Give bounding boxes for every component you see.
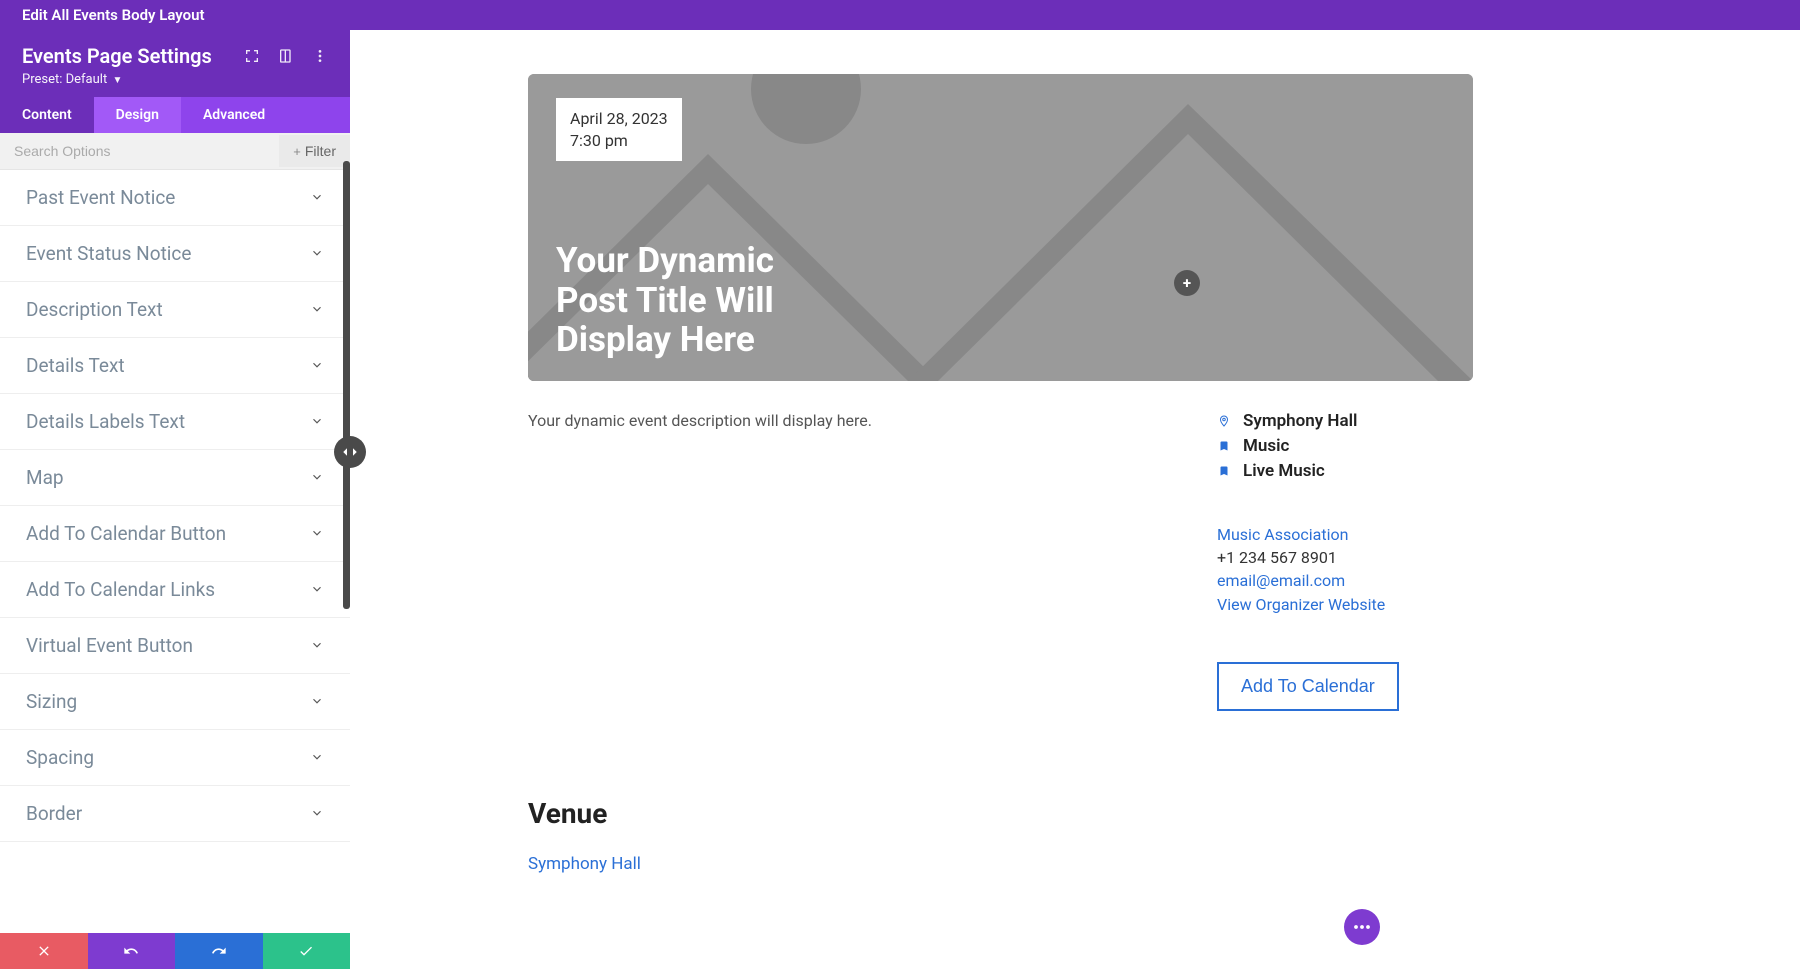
tab-design[interactable]: Design xyxy=(94,97,181,133)
option-label: Border xyxy=(26,802,82,825)
sidebar-scrollbar[interactable] xyxy=(343,161,350,609)
chevron-down-icon xyxy=(310,802,324,825)
settings-tabs: Content Design Advanced xyxy=(0,97,350,133)
chevron-down-icon xyxy=(310,410,324,433)
settings-title: Events Page Settings xyxy=(22,44,212,68)
hero-image: April 28, 2023 7:30 pm Your Dynamic Post… xyxy=(528,74,1473,381)
redo-button[interactable] xyxy=(175,933,263,969)
option-virtual-event-button[interactable]: Virtual Event Button xyxy=(0,618,350,674)
resize-handle[interactable] xyxy=(334,436,366,468)
add-to-calendar-button[interactable]: Add To Calendar xyxy=(1217,662,1399,711)
option-label: Details Text xyxy=(26,354,125,377)
option-label: Description Text xyxy=(26,298,163,321)
venue-name-link[interactable]: Symphony Hall xyxy=(528,854,641,874)
option-add-to-calendar-links[interactable]: Add To Calendar Links xyxy=(0,562,350,618)
option-label: Past Event Notice xyxy=(26,186,175,209)
category-label: Music xyxy=(1243,436,1289,456)
location-pin-icon xyxy=(1217,414,1231,428)
cancel-button[interactable] xyxy=(0,933,88,969)
more-icon[interactable] xyxy=(312,48,328,64)
tab-content[interactable]: Content xyxy=(0,97,94,133)
option-spacing[interactable]: Spacing xyxy=(0,730,350,786)
bookmark-icon xyxy=(1217,439,1231,453)
hero-title: Your Dynamic Post Title Will Display Her… xyxy=(556,241,816,359)
option-label: Event Status Notice xyxy=(26,242,191,265)
chevron-down-icon xyxy=(310,690,324,713)
chevron-down-icon xyxy=(310,634,324,657)
option-label: Add To Calendar Links xyxy=(26,578,215,601)
chevron-down-icon xyxy=(310,522,324,545)
responsive-icon[interactable] xyxy=(278,48,294,64)
option-map[interactable]: Map xyxy=(0,450,350,506)
organizer-phone: +1 234 567 8901 xyxy=(1217,546,1473,569)
option-add-to-calendar-button[interactable]: Add To Calendar Button xyxy=(0,506,350,562)
options-list: Past Event Notice Event Status Notice De… xyxy=(0,170,350,933)
event-date: April 28, 2023 xyxy=(570,108,668,130)
bottom-actions xyxy=(0,933,350,969)
organizer-website-link[interactable]: View Organizer Website xyxy=(1217,595,1385,614)
category-label: Live Music xyxy=(1243,461,1325,481)
option-label: Map xyxy=(26,466,64,489)
organizer-name-link[interactable]: Music Association xyxy=(1217,525,1348,544)
filter-label: Filter xyxy=(305,143,336,159)
chevron-down-icon xyxy=(310,298,324,321)
option-sizing[interactable]: Sizing xyxy=(0,674,350,730)
plus-icon: + xyxy=(293,144,301,159)
undo-button[interactable] xyxy=(88,933,176,969)
event-description: Your dynamic event description will disp… xyxy=(528,411,1127,430)
tab-advanced[interactable]: Advanced xyxy=(181,97,287,133)
chevron-down-icon xyxy=(310,242,324,265)
option-label: Add To Calendar Button xyxy=(26,522,226,545)
event-time: 7:30 pm xyxy=(570,130,668,152)
filter-button[interactable]: + Filter xyxy=(279,135,350,167)
confirm-button[interactable] xyxy=(263,933,351,969)
top-bar: Edit All Events Body Layout xyxy=(0,0,1800,30)
option-details-labels-text[interactable]: Details Labels Text xyxy=(0,394,350,450)
chevron-down-icon xyxy=(310,746,324,769)
preview-canvas: April 28, 2023 7:30 pm Your Dynamic Post… xyxy=(350,30,1800,969)
preset-value: Default xyxy=(66,72,108,87)
chevron-down-icon xyxy=(310,186,324,209)
organizer-block: Music Association +1 234 567 8901 email@… xyxy=(1217,523,1473,616)
floating-more-button[interactable] xyxy=(1344,909,1380,945)
option-label: Sizing xyxy=(26,690,77,713)
option-details-text[interactable]: Details Text xyxy=(0,338,350,394)
date-badge: April 28, 2023 7:30 pm xyxy=(556,98,682,161)
search-row: + Filter xyxy=(0,133,350,170)
chevron-down-icon xyxy=(310,354,324,377)
bookmark-icon xyxy=(1217,464,1231,478)
option-past-event-notice[interactable]: Past Event Notice xyxy=(0,170,350,226)
option-description-text[interactable]: Description Text xyxy=(0,282,350,338)
meta-category-2: Live Music xyxy=(1217,461,1473,481)
option-border[interactable]: Border xyxy=(0,786,350,842)
venue-heading: Venue xyxy=(528,797,1760,830)
option-label: Virtual Event Button xyxy=(26,634,193,657)
settings-header: Events Page Settings Preset: Default ▼ xyxy=(0,30,350,97)
search-input[interactable] xyxy=(0,133,279,169)
top-bar-title: Edit All Events Body Layout xyxy=(22,6,205,24)
expand-icon[interactable] xyxy=(244,48,260,64)
location-name: Symphony Hall xyxy=(1243,411,1357,431)
meta-location: Symphony Hall xyxy=(1217,411,1473,431)
option-event-status-notice[interactable]: Event Status Notice xyxy=(0,226,350,282)
meta-category-1: Music xyxy=(1217,436,1473,456)
caret-down-icon: ▼ xyxy=(112,75,122,86)
settings-sidebar: Events Page Settings Preset: Default ▼ xyxy=(0,30,350,969)
preset-selector[interactable]: Preset: Default ▼ xyxy=(22,72,328,87)
organizer-email-link[interactable]: email@email.com xyxy=(1217,571,1345,590)
chevron-down-icon xyxy=(310,466,324,489)
preset-prefix: Preset: xyxy=(22,72,66,87)
chevron-down-icon xyxy=(310,578,324,601)
option-label: Details Labels Text xyxy=(26,410,185,433)
option-label: Spacing xyxy=(26,746,94,769)
add-module-button[interactable]: + xyxy=(1174,270,1200,296)
